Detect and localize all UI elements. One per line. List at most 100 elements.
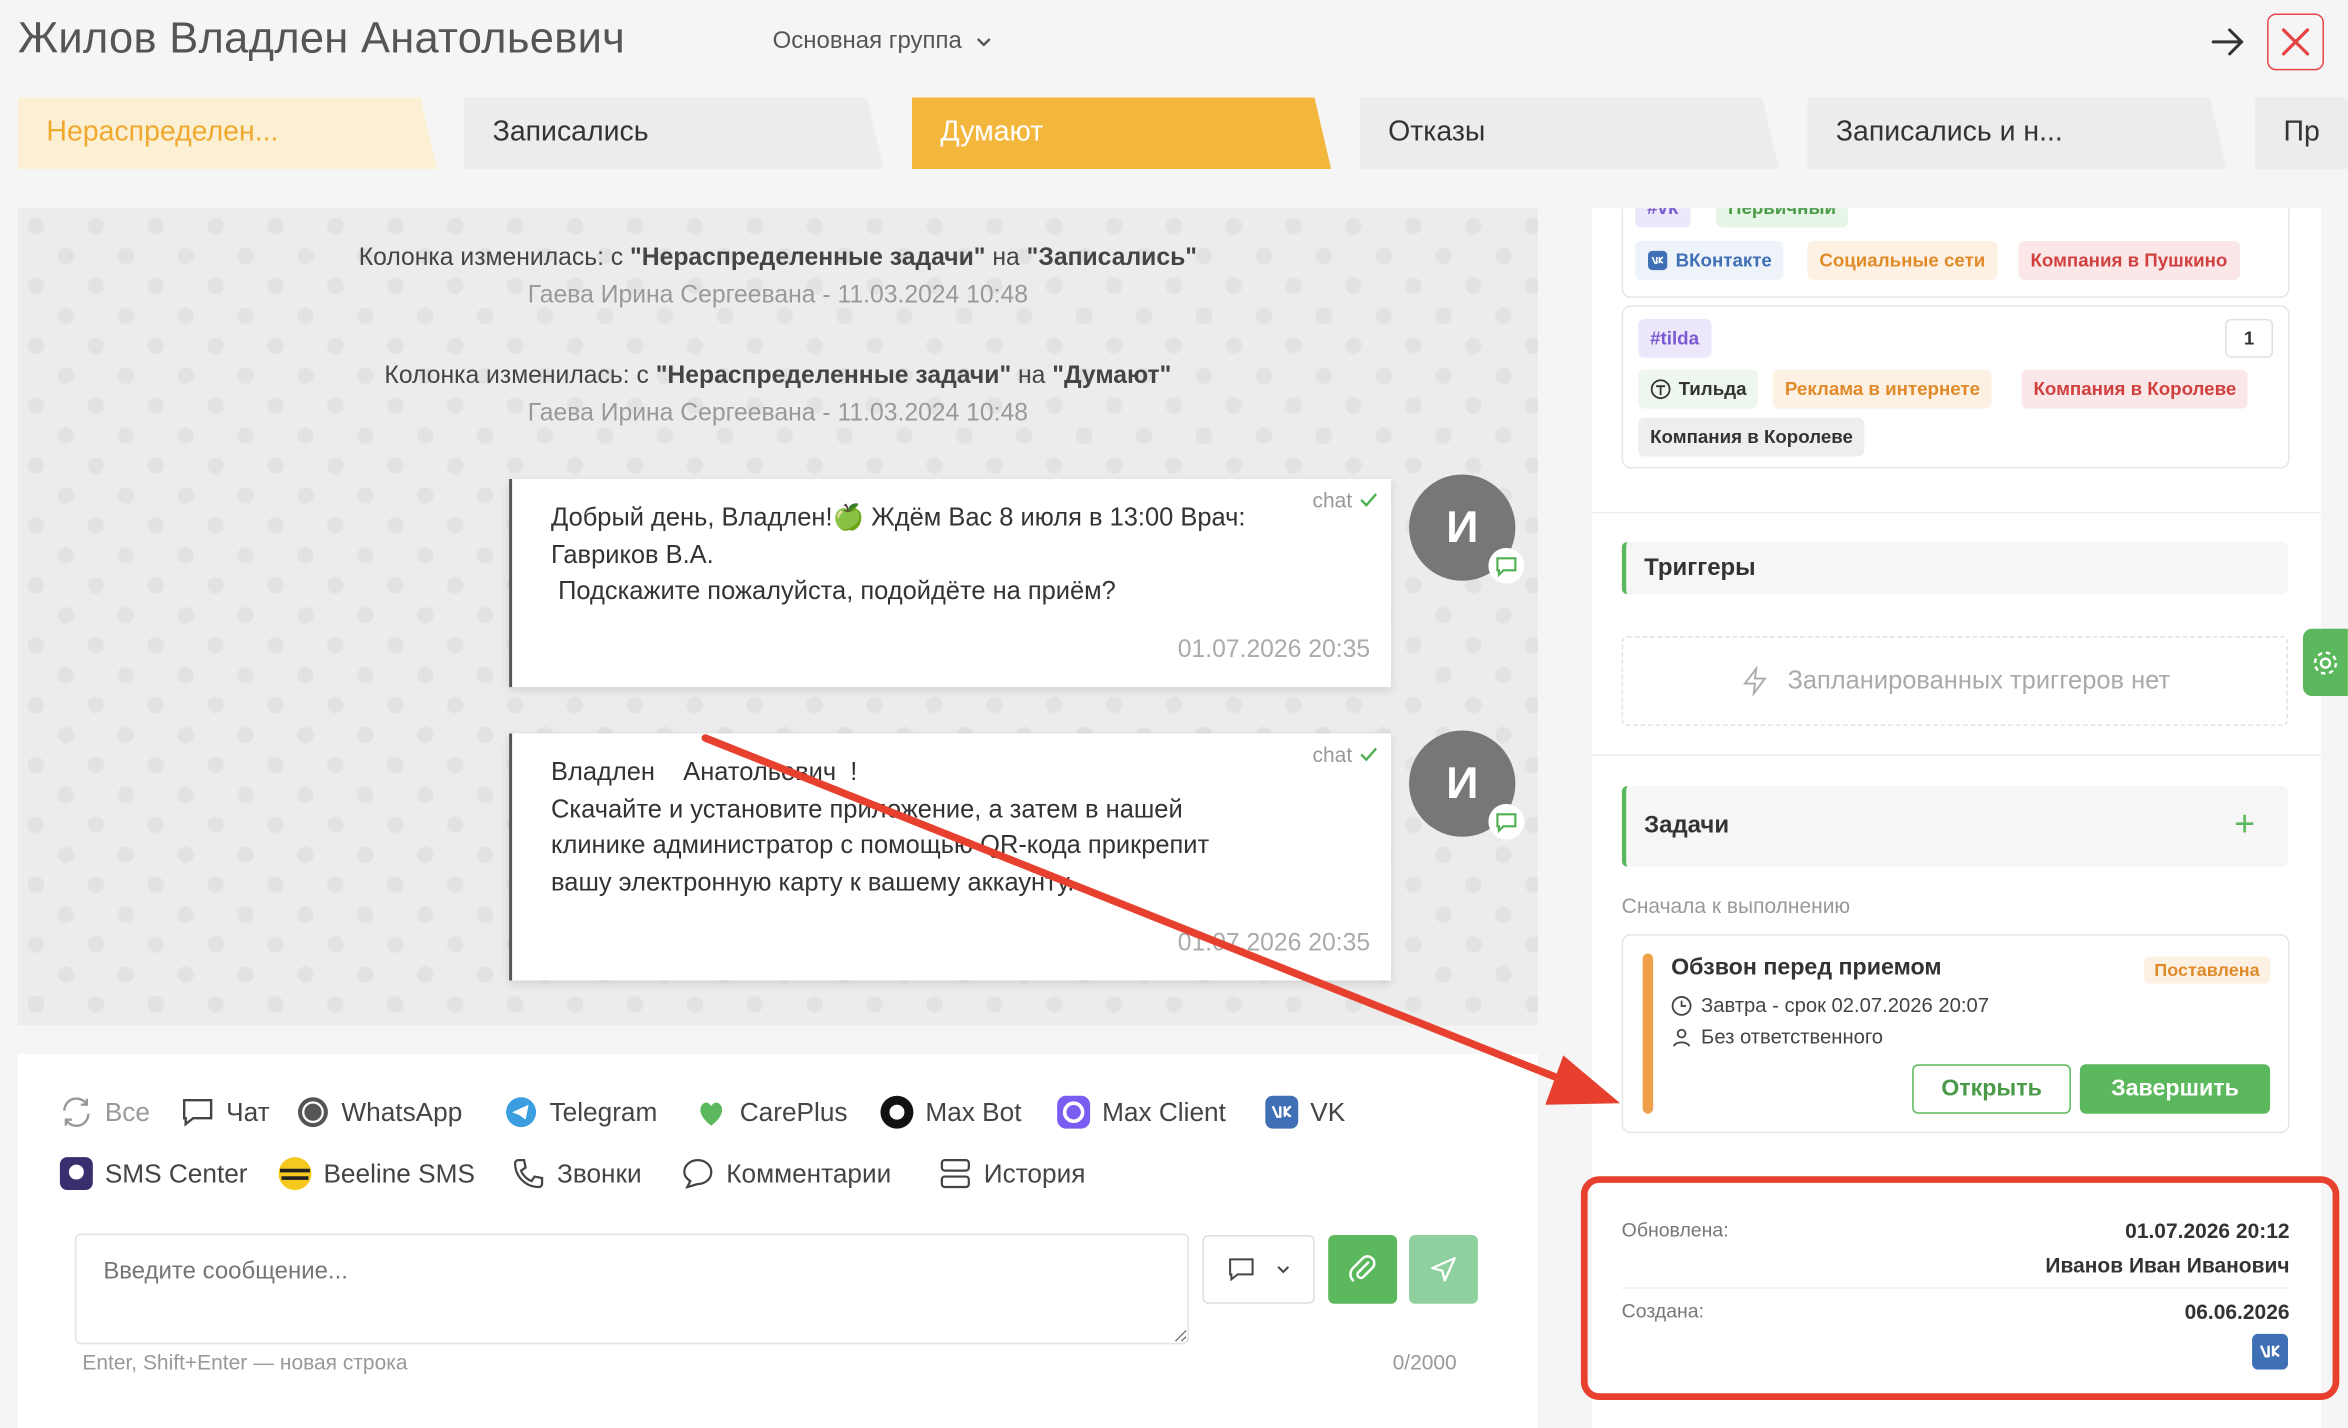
lightning-icon bbox=[1742, 666, 1767, 697]
source-chip: Компания в Королеве bbox=[2021, 369, 2249, 409]
tab-signed-up[interactable]: Записались bbox=[464, 97, 884, 170]
task-status-badge: Поставлена bbox=[2143, 956, 2271, 984]
tab-thinking[interactable]: Думают bbox=[911, 97, 1332, 170]
triggers-header: Триггеры bbox=[1621, 541, 2289, 595]
beeline-icon bbox=[276, 1154, 315, 1193]
channel-chat[interactable]: Чат bbox=[178, 1093, 270, 1132]
avatar: И bbox=[1409, 730, 1525, 840]
comment-icon bbox=[678, 1154, 717, 1193]
phone-icon bbox=[509, 1154, 548, 1193]
event-author: Гаева Ирина Сергеевана - 11.03.2024 10:4… bbox=[527, 281, 1028, 309]
close-icon bbox=[2281, 28, 2310, 56]
open-task-button[interactable]: Открыть bbox=[1912, 1064, 2071, 1114]
updated-by: Иванов Иван Иванович bbox=[2045, 1252, 2290, 1277]
event-author: Гаева Ирина Сергеевана - 11.03.2024 10:4… bbox=[527, 399, 1028, 427]
channel-maxclient[interactable]: Max Client bbox=[1054, 1093, 1226, 1132]
chevron-down-icon bbox=[977, 38, 992, 47]
chat-icon bbox=[1228, 1258, 1253, 1282]
channel-whatsapp[interactable]: WhatsApp bbox=[293, 1093, 462, 1132]
telegram-icon bbox=[502, 1093, 541, 1132]
vk-icon bbox=[1648, 250, 1668, 271]
message-channel: chat bbox=[1313, 482, 1380, 519]
channel-all[interactable]: Все bbox=[57, 1093, 150, 1132]
source-card: #vk Первичный 1 ВКонтакте Социальные сет… bbox=[1621, 208, 2290, 298]
whatsapp-icon bbox=[293, 1093, 332, 1132]
settings-tab[interactable] bbox=[2303, 628, 2348, 697]
channel-beeline[interactable]: Beeline SMS bbox=[276, 1154, 475, 1193]
triggers-empty: Запланированных триггеров нет bbox=[1621, 636, 2289, 726]
system-event: Колонка изменилась: с "Нераспределенные … bbox=[18, 358, 1538, 433]
tasks-header: Задачи + bbox=[1621, 785, 2289, 867]
tasks-sort[interactable]: Сначала к выполнению bbox=[1622, 894, 1850, 918]
page-title: Жилов Владлен Анатольевич bbox=[17, 14, 626, 63]
task-assignee: Без ответственного bbox=[1671, 1025, 1883, 1048]
tilda-icon bbox=[1650, 379, 1671, 400]
char-counter: 0/2000 bbox=[1392, 1350, 1457, 1375]
source-count: 1 bbox=[2266, 208, 2276, 212]
arrow-right-icon[interactable] bbox=[2207, 21, 2249, 63]
task-priority-bar bbox=[1642, 953, 1654, 1114]
channel-telegram[interactable]: Telegram bbox=[502, 1093, 657, 1132]
message-type-select[interactable] bbox=[1202, 1234, 1315, 1304]
source-chip: Социальные сети bbox=[1807, 241, 1998, 280]
chat-icon bbox=[178, 1093, 217, 1132]
task-due: Завтра - срок 02.07.2026 20:07 bbox=[1671, 994, 1989, 1016]
created-date: 06.06.2026 bbox=[2184, 1299, 2290, 1324]
gear-icon bbox=[2313, 650, 2338, 675]
avatar: И bbox=[1409, 474, 1525, 584]
tab-refusals[interactable]: Отказы bbox=[1359, 97, 1779, 170]
source-chip: Компания в Пушкино bbox=[2018, 241, 2240, 280]
maxbot-icon bbox=[877, 1093, 916, 1132]
attach-button[interactable] bbox=[1328, 1234, 1398, 1304]
source-card: #tilda 1 Тильда Реклама в интернете Комп… bbox=[1621, 305, 2290, 469]
send-button[interactable] bbox=[1409, 1234, 1478, 1304]
channel-sms-center[interactable]: SMS Center bbox=[57, 1154, 248, 1193]
channel-history[interactable]: История bbox=[936, 1154, 1085, 1193]
channel-careplus[interactable]: CarePlus bbox=[692, 1093, 848, 1132]
sms-center-icon bbox=[57, 1154, 96, 1193]
careplus-icon bbox=[692, 1093, 731, 1132]
chat-feed[interactable]: Колонка изменилась: с "Нераспределенные … bbox=[17, 208, 1538, 1026]
tab-unassigned[interactable]: Нераспределен... bbox=[17, 97, 438, 170]
chat-bubble-icon bbox=[1496, 813, 1517, 834]
message-input[interactable] bbox=[74, 1233, 1189, 1345]
updated-label: Обновлена: bbox=[1621, 1218, 1729, 1241]
system-event: Колонка изменилась: с "Нераспределенные … bbox=[18, 240, 1538, 315]
history-icon bbox=[936, 1154, 975, 1193]
channel-maxbot[interactable]: Max Bot bbox=[877, 1093, 1022, 1132]
channel-vk[interactable]: VK bbox=[1262, 1093, 1345, 1132]
source-count: 1 bbox=[2225, 318, 2274, 358]
channel-comments[interactable]: Комментарии bbox=[678, 1154, 891, 1193]
user-icon bbox=[1673, 1028, 1690, 1046]
send-icon bbox=[1431, 1257, 1456, 1282]
tag-chip: Первичный bbox=[1716, 208, 1848, 228]
check-icon bbox=[1360, 493, 1378, 508]
channel-calls[interactable]: Звонки bbox=[509, 1154, 642, 1193]
vk-icon bbox=[2252, 1333, 2289, 1370]
updated-date: 01.07.2026 20:12 bbox=[2125, 1218, 2290, 1243]
source-chip-vk: ВКонтакте bbox=[1635, 241, 1784, 280]
composer-hint: Enter, Shift+Enter — новая строка bbox=[82, 1350, 408, 1375]
tab-more[interactable]: Пр bbox=[2255, 97, 2348, 170]
tab-signed-and[interactable]: Записались и н... bbox=[1807, 97, 2227, 170]
task-title: Обзвон перед приемом bbox=[1671, 955, 1942, 981]
created-label: Создана: bbox=[1621, 1299, 1705, 1322]
add-task-button[interactable]: + bbox=[2234, 804, 2255, 846]
source-chip: Компания в Королеве bbox=[1638, 417, 1865, 457]
source-chip: Реклама в интернете bbox=[1772, 369, 1993, 409]
message-time: 01.07.2026 20:35 bbox=[1177, 636, 1371, 664]
source-chip-tilda: Тильда bbox=[1638, 369, 1759, 409]
message-bubble: chat Добрый день, Владлен!🍏 Ждём Вас 8 и… bbox=[509, 479, 1392, 688]
tag-chip: #tilda bbox=[1638, 318, 1712, 358]
paperclip-icon bbox=[1349, 1255, 1376, 1282]
clock-icon bbox=[1671, 995, 1692, 1016]
group-select[interactable]: Основная группа bbox=[773, 28, 995, 55]
chevron-down-icon bbox=[1276, 1266, 1289, 1274]
task-card: Обзвон перед приемом Поставлена Завтра -… bbox=[1621, 934, 2290, 1134]
close-button[interactable] bbox=[2267, 13, 2324, 71]
check-icon bbox=[1360, 748, 1378, 762]
complete-task-button[interactable]: Завершить bbox=[2079, 1064, 2271, 1114]
meta-info: Обновлена: 01.07.2026 20:12 Иванов Иван … bbox=[1621, 1218, 2290, 1370]
chat-bubble-icon bbox=[1496, 557, 1517, 578]
vk-icon bbox=[1262, 1093, 1301, 1132]
